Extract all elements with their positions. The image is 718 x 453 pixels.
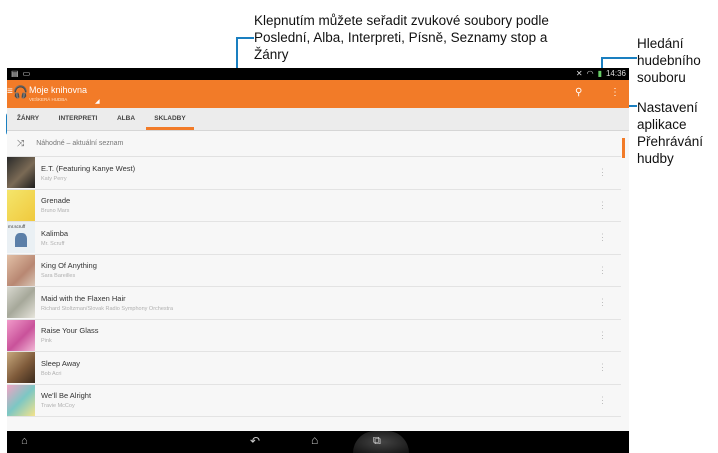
tablet-screen: ▤ ▭ ✕ ◠ ▮ 14:36 ≡ 🎧 Moje knihovna VEŠKER… bbox=[7, 68, 629, 453]
tab-songs[interactable]: SKLADBY bbox=[146, 108, 194, 130]
list-item[interactable]: E.T. (Featuring Kanye West) Katy Perry ⋮ bbox=[7, 157, 621, 190]
song-artist: Bob Acri bbox=[41, 370, 62, 377]
song-list: ⤨ Náhodné – aktuální seznam E.T. (Featur… bbox=[7, 131, 621, 417]
overflow-menu-icon[interactable]: ⋮ bbox=[610, 87, 620, 98]
clock: 14:36 bbox=[605, 69, 626, 78]
song-title: E.T. (Featuring Kanye West) bbox=[41, 163, 136, 173]
song-title: Grenade bbox=[41, 196, 71, 206]
headphones-icon[interactable]: 🎧 bbox=[13, 85, 28, 99]
list-item[interactable]: Maid with the Flaxen Hair Richard Stoltzm… bbox=[7, 287, 621, 320]
action-bar: ≡ 🎧 Moje knihovna VEŠKERÁ HUDBA ◢ ⚲ ⋮ bbox=[7, 80, 629, 108]
song-title: King Of Anything bbox=[41, 261, 97, 271]
wifi-icon: ◠ bbox=[586, 69, 594, 78]
album-art bbox=[7, 254, 35, 286]
album-art: mr.scruff bbox=[7, 222, 35, 254]
song-artist: Bruno Mars bbox=[41, 208, 70, 215]
album-art-figure bbox=[15, 233, 27, 248]
list-item[interactable]: Raise Your Glass Pink ⋮ bbox=[7, 319, 621, 352]
asus-app-icon[interactable]: ⌂ bbox=[21, 435, 28, 447]
annotation-search: Hledání hudebního souboru bbox=[637, 36, 701, 85]
song-artist: Travie McCoy bbox=[41, 403, 75, 410]
song-artist: Richard Stoltzman/Slovak Radio Symphony … bbox=[41, 305, 174, 312]
annotation-settings: Nastavení aplikace Přehrávání hudby bbox=[637, 100, 704, 166]
search-icon[interactable]: ⚲ bbox=[575, 87, 582, 98]
scrollbar[interactable] bbox=[622, 138, 625, 158]
notification-icon: ▤ bbox=[11, 69, 19, 78]
song-title: Kalimba bbox=[41, 228, 69, 238]
song-title: Raise Your Glass bbox=[41, 326, 99, 336]
song-title: We'll Be Alright bbox=[41, 391, 92, 401]
more-icon[interactable]: ⋮ bbox=[598, 330, 607, 341]
callout-line bbox=[236, 37, 254, 39]
drawer-icon[interactable]: ≡ bbox=[7, 86, 13, 97]
tab-bar: ŽÁNRY INTERPRETI ALBA SKLADBY bbox=[7, 108, 629, 131]
list-item[interactable]: mr.scruff Kalimba Mr. Scruff ⋮ bbox=[7, 222, 621, 255]
song-title: Maid with the Flaxen Hair bbox=[41, 293, 126, 303]
song-artist: Pink bbox=[41, 338, 52, 345]
shuffle-icon: ⤨ bbox=[17, 138, 25, 148]
shuffle-label: Náhodné – aktuální seznam bbox=[36, 140, 124, 147]
dropdown-icon: ◢ bbox=[95, 99, 100, 105]
song-artist: Sara Bareilles bbox=[41, 273, 76, 280]
song-title: Sleep Away bbox=[41, 358, 81, 368]
album-art bbox=[7, 157, 35, 189]
more-icon[interactable]: ⋮ bbox=[598, 265, 607, 276]
status-bar: ▤ ▭ ✕ ◠ ▮ 14:36 bbox=[7, 68, 629, 80]
list-item[interactable]: King Of Anything Sara Bareilles ⋮ bbox=[7, 254, 621, 287]
album-art bbox=[7, 352, 35, 384]
home-icon[interactable]: ⌂ bbox=[311, 433, 318, 447]
more-icon[interactable]: ⋮ bbox=[598, 395, 607, 406]
navigation-bar: ⌂ ↶ ⌂ ⧉ bbox=[7, 431, 629, 453]
tab-artists[interactable]: INTERPRETI bbox=[49, 108, 107, 130]
song-artist: Katy Perry bbox=[41, 175, 67, 182]
bluetooth-icon: ✕ bbox=[575, 69, 583, 78]
shuffle-row[interactable]: ⤨ Náhodné – aktuální seznam bbox=[7, 131, 621, 157]
tab-albums[interactable]: ALBA bbox=[107, 108, 145, 130]
annotation-sort: Klepnutím můžete seřadit zvukové soubory… bbox=[254, 13, 549, 62]
list-item[interactable]: We'll Be Alright Travie McCoy ⋮ bbox=[7, 384, 621, 417]
album-art bbox=[7, 287, 35, 319]
tab-genres[interactable]: ŽÁNRY bbox=[9, 108, 47, 130]
album-art bbox=[7, 189, 35, 221]
notification-icon: ▭ bbox=[22, 69, 31, 78]
callout-line bbox=[601, 57, 637, 59]
battery-icon: ▮ bbox=[597, 69, 602, 78]
album-art-text: mr.scruff bbox=[8, 224, 26, 230]
album-art bbox=[7, 319, 35, 351]
page-title: Moje knihovna bbox=[29, 85, 88, 95]
more-icon[interactable]: ⋮ bbox=[598, 232, 607, 243]
more-icon[interactable]: ⋮ bbox=[598, 167, 607, 178]
song-artist: Mr. Scruff bbox=[41, 240, 65, 247]
album-art bbox=[7, 384, 35, 416]
library-selector[interactable]: Moje knihovna VEŠKERÁ HUDBA bbox=[29, 85, 87, 102]
more-icon[interactable]: ⋮ bbox=[598, 200, 607, 211]
list-item[interactable]: Grenade Bruno Mars ⋮ bbox=[7, 189, 621, 222]
more-icon[interactable]: ⋮ bbox=[598, 297, 607, 308]
recent-apps-highlight bbox=[353, 431, 409, 453]
back-icon[interactable]: ↶ bbox=[250, 434, 260, 448]
more-icon[interactable]: ⋮ bbox=[598, 362, 607, 373]
list-item[interactable]: Sleep Away Bob Acri ⋮ bbox=[7, 352, 621, 385]
page-subtitle: VEŠKERÁ HUDBA bbox=[29, 97, 68, 102]
recent-apps-icon[interactable]: ⧉ bbox=[373, 435, 381, 448]
